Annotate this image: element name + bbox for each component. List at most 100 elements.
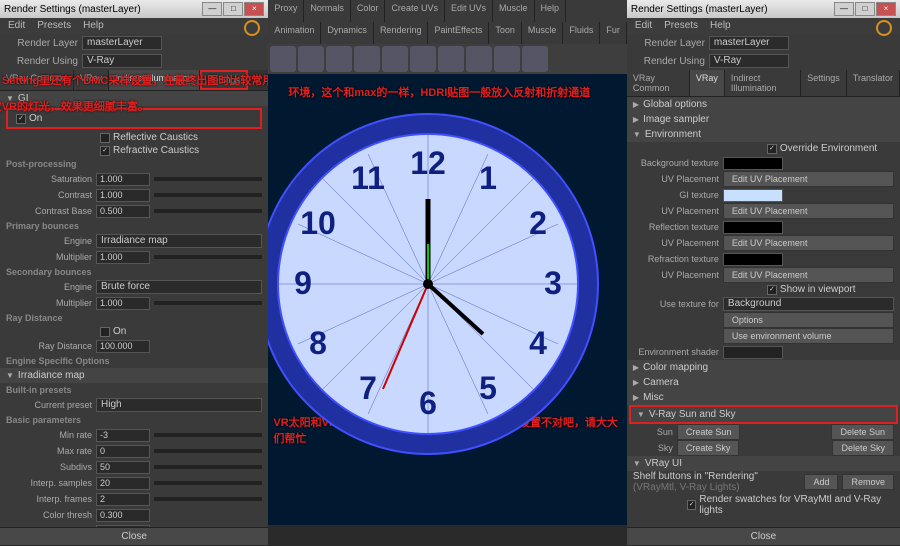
- viewport-3d[interactable]: 环境，这个和max的一样，HDRI贴图一般放入反射和折射通道 VR太阳和VR天空…: [268, 74, 627, 525]
- left-scroll[interactable]: ▼GI ✓On Reflective Caustics ✓Refractive …: [0, 91, 268, 527]
- color-mapping-header[interactable]: ▶Color mapping: [627, 360, 900, 375]
- shelf-color[interactable]: Color: [351, 0, 386, 22]
- left-close-button[interactable]: Close: [0, 527, 268, 545]
- shelf-muscle[interactable]: Muscle: [493, 0, 535, 22]
- render-layer-select[interactable]: masterLayer: [82, 36, 162, 50]
- maximize-button[interactable]: □: [855, 2, 875, 16]
- env-shader-swatch[interactable]: [723, 346, 783, 359]
- builtin-presets-group: Built-in presets: [0, 383, 268, 397]
- ray-distance-on-checkbox[interactable]: [100, 327, 110, 337]
- global-options-header[interactable]: ▶Global options: [627, 97, 900, 112]
- show-viewport-checkbox[interactable]: ✓: [767, 285, 777, 295]
- image-sampler-header[interactable]: ▶Image sampler: [627, 112, 900, 127]
- clock-model-icon: 1212 345 678 91011: [268, 104, 608, 464]
- reflection-texture-swatch[interactable]: [723, 221, 783, 234]
- shelf-icon[interactable]: [270, 46, 296, 72]
- primary-engine-select[interactable]: Irradiance map: [96, 234, 262, 248]
- subdivs-input[interactable]: 50: [96, 461, 150, 474]
- render-swatches-checkbox[interactable]: ✓: [687, 500, 696, 510]
- interp-samples-input[interactable]: 20: [96, 477, 150, 490]
- refractive-caustics-checkbox[interactable]: ✓: [100, 146, 110, 156]
- right-scroll[interactable]: ▶Global options ▶Image sampler ▼Environm…: [627, 97, 900, 527]
- refraction-texture-swatch[interactable]: [723, 253, 783, 266]
- add-button[interactable]: Add: [804, 474, 838, 490]
- render-using-select[interactable]: V-Ray: [709, 54, 789, 68]
- svg-text:4: 4: [529, 325, 547, 361]
- edit-uv-button[interactable]: Edit UV Placement: [723, 235, 894, 251]
- annotation-environment: 环境，这个和max的一样，HDRI贴图一般放入反射和折射通道: [288, 84, 590, 100]
- gi-texture-swatch[interactable]: [723, 189, 783, 202]
- create-sky-button[interactable]: Create Sky: [677, 440, 740, 456]
- shelf-icons: [268, 44, 627, 74]
- saturation-slider[interactable]: [154, 177, 262, 181]
- menu-help[interactable]: Help: [83, 20, 104, 32]
- minimize-button[interactable]: —: [834, 2, 854, 16]
- remove-button[interactable]: Remove: [842, 474, 894, 490]
- close-button[interactable]: ×: [244, 2, 264, 16]
- contrast-base-input[interactable]: 0.500: [96, 205, 150, 218]
- delete-sky-button[interactable]: Delete Sky: [832, 440, 894, 456]
- use-texture-select[interactable]: Background: [723, 297, 894, 311]
- sun-sky-header[interactable]: ▼V-Ray Sun and Sky: [631, 407, 896, 422]
- svg-text:3: 3: [544, 265, 562, 301]
- right-titlebar[interactable]: Render Settings (masterLayer) — □ ×: [627, 0, 900, 18]
- vray-ui-header[interactable]: ▼VRay UI: [627, 456, 900, 471]
- options-button[interactable]: Options: [723, 312, 894, 328]
- timeline[interactable]: [268, 525, 627, 545]
- ray-distance-input[interactable]: 100.000: [96, 340, 150, 353]
- minimize-button[interactable]: —: [202, 2, 222, 16]
- secondary-engine-select[interactable]: Brute force: [96, 280, 262, 294]
- saturation-input[interactable]: 1.000: [96, 173, 150, 186]
- preset-select[interactable]: High: [96, 398, 262, 412]
- engine-specific-options: Engine Specific Options: [0, 354, 268, 368]
- edit-uv-button[interactable]: Edit UV Placement: [723, 171, 894, 187]
- environment-header[interactable]: ▼Environment: [627, 127, 900, 142]
- window-title: Render Settings (masterLayer): [631, 4, 768, 15]
- annotation-gi: GI开关，相比我还是喜欢VR的灯光，效果更细腻丰富。: [0, 98, 149, 114]
- irradiance-map-header[interactable]: ▼Irradiance map: [0, 368, 268, 383]
- reflective-caustics-checkbox[interactable]: [100, 133, 110, 143]
- menu-edit[interactable]: Edit: [8, 20, 25, 32]
- secondary-multiplier-input[interactable]: 1.000: [96, 297, 150, 310]
- override-environment-checkbox[interactable]: ✓: [767, 144, 777, 154]
- max-rate-input[interactable]: 0: [96, 445, 150, 458]
- render-using-select[interactable]: V-Ray: [82, 54, 162, 68]
- shelf-normals[interactable]: Normals: [304, 0, 351, 22]
- gi-on-checkbox[interactable]: ✓: [16, 114, 26, 124]
- svg-text:10: 10: [301, 205, 337, 241]
- svg-text:8: 8: [309, 325, 327, 361]
- shelf-createuvs[interactable]: Create UVs: [385, 0, 445, 22]
- contrast-input[interactable]: 1.000: [96, 189, 150, 202]
- shelf-edituvs[interactable]: Edit UVs: [445, 0, 493, 22]
- sun-sky-highlight: ▼V-Ray Sun and Sky: [629, 405, 898, 424]
- shelf-tabs-row: Animation Dynamics Rendering PaintEffect…: [268, 22, 627, 44]
- right-close-button[interactable]: Close: [627, 527, 900, 545]
- render-using-label: Render Using: [6, 56, 78, 67]
- interp-frames-input[interactable]: 2: [96, 493, 150, 506]
- delete-sun-button[interactable]: Delete Sun: [831, 424, 894, 440]
- close-button[interactable]: ×: [876, 2, 896, 16]
- maya-viewport-panel: Proxy Normals Color Create UVs Edit UVs …: [268, 0, 627, 545]
- svg-text:9: 9: [294, 265, 312, 301]
- shelf-help[interactable]: Help: [535, 0, 567, 22]
- menu-presets[interactable]: Presets: [37, 20, 71, 32]
- svg-text:6: 6: [419, 385, 437, 421]
- camera-header[interactable]: ▶Camera: [627, 375, 900, 390]
- contrast-slider[interactable]: [154, 193, 262, 197]
- create-sun-button[interactable]: Create Sun: [677, 424, 741, 440]
- bg-texture-swatch[interactable]: [723, 157, 783, 170]
- shelf-proxy[interactable]: Proxy: [268, 0, 304, 22]
- edit-uv-button[interactable]: Edit UV Placement: [723, 267, 894, 283]
- env-volume-button[interactable]: Use environment volume: [723, 328, 894, 344]
- maximize-button[interactable]: □: [223, 2, 243, 16]
- render-layer-select[interactable]: masterLayer: [709, 36, 789, 50]
- color-thresh-input[interactable]: 0.300: [96, 509, 150, 522]
- misc-header[interactable]: ▶Misc: [627, 390, 900, 405]
- contrast-base-slider[interactable]: [154, 209, 262, 213]
- left-titlebar[interactable]: Render Settings (masterLayer) — □ ×: [0, 0, 268, 18]
- min-rate-input[interactable]: -3: [96, 429, 150, 442]
- primary-bounces-group: Primary bounces: [0, 219, 268, 233]
- svg-text:2: 2: [529, 205, 547, 241]
- edit-uv-button[interactable]: Edit UV Placement: [723, 203, 894, 219]
- primary-multiplier-input[interactable]: 1.000: [96, 251, 150, 264]
